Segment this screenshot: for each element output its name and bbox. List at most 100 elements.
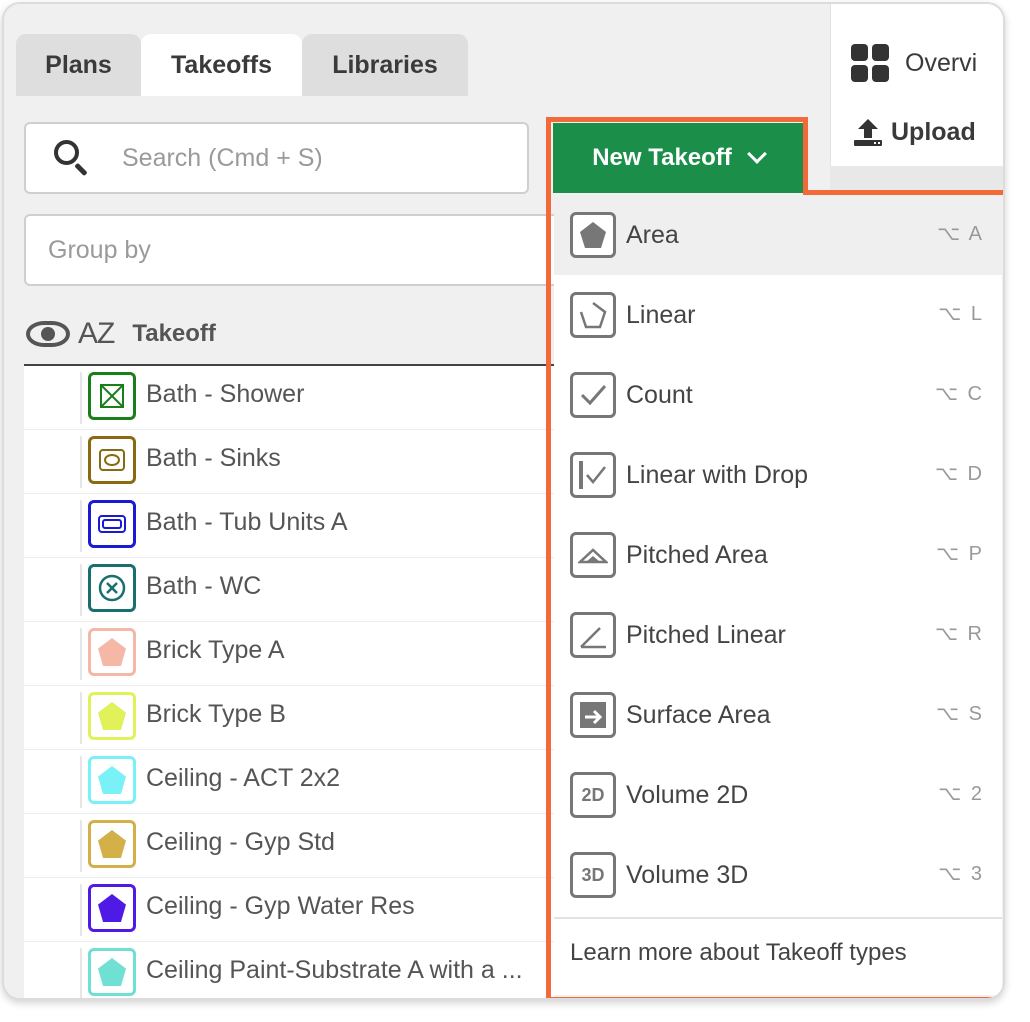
takeoff-row[interactable]: Brick Type A <box>24 622 554 686</box>
upload-button[interactable]: Upload <box>851 116 976 148</box>
pentagon-icon[interactable] <box>88 884 136 932</box>
menu-item-label: Volume 2D <box>626 780 749 809</box>
pentagon-icon[interactable] <box>88 692 136 740</box>
takeoff-row[interactable]: Ceiling Paint-Substrate A with a ... <box>24 942 554 998</box>
menu-item-label: Linear with Drop <box>626 460 809 489</box>
shortcut-hint: ⌥ L <box>938 303 984 325</box>
takeoff-row[interactable]: Bath - Shower <box>24 366 554 430</box>
row-indent-line <box>80 436 82 488</box>
menu-item-label: Count <box>626 380 693 409</box>
search-icon <box>54 140 90 177</box>
menu-item-label: Pitched Area <box>626 540 768 569</box>
takeoff-row[interactable]: Ceiling - Gyp Water Res <box>24 878 554 942</box>
takeoff-label: Ceiling Paint-Substrate A with a ... <box>146 956 523 984</box>
circle-x-icon[interactable] <box>88 564 136 612</box>
takeoff-row[interactable]: Bath - Sinks <box>24 430 554 494</box>
shortcut-hint: ⌥ D <box>934 463 984 485</box>
shortcut-hint: ⌥ R <box>934 623 984 645</box>
row-indent-line <box>80 372 82 424</box>
list-header: AZ Takeoff <box>24 304 554 366</box>
row-indent-line <box>80 628 82 680</box>
row-indent-line <box>80 564 82 616</box>
takeoff-row[interactable]: Ceiling - ACT 2x2 <box>24 750 554 814</box>
tab-takeoffs[interactable]: Takeoffs <box>141 34 302 96</box>
takeoff-label: Ceiling - Gyp Water Res <box>146 892 415 920</box>
upload-label: Upload <box>891 117 976 146</box>
menu-item-linear[interactable]: Linear ⌥ L <box>554 275 1002 355</box>
menu-item-volume-2d[interactable]: 2D Volume 2D ⌥ 2 <box>554 755 1002 835</box>
menu-item-linear-with-drop[interactable]: Linear with Drop ⌥ D <box>554 435 1002 515</box>
row-indent-line <box>80 756 82 808</box>
menu-item-label: Area <box>626 220 679 249</box>
takeoff-label: Bath - Tub Units A <box>146 508 348 536</box>
shortcut-hint: ⌥ 3 <box>938 863 984 885</box>
takeoff-column-header[interactable]: Takeoff <box>132 320 216 348</box>
menu-item-count[interactable]: Count ⌥ C <box>554 355 1002 435</box>
tub-icon[interactable] <box>88 500 136 548</box>
shortcut-hint: ⌥ 2 <box>938 783 984 805</box>
search-placeholder: Search (Cmd + S) <box>122 143 323 172</box>
row-indent-line <box>80 884 82 936</box>
menu-item-pitched-area[interactable]: Pitched Area ⌥ P <box>554 515 1002 595</box>
surface-area-icon <box>570 692 616 738</box>
search-input[interactable]: Search (Cmd + S) <box>24 122 529 194</box>
takeoff-row[interactable]: Bath - WC <box>24 558 554 622</box>
row-indent-line <box>80 820 82 872</box>
takeoff-label: Brick Type A <box>146 636 285 664</box>
takeoff-label: Bath - Shower <box>146 380 305 408</box>
menu-item-surface-area[interactable]: Surface Area ⌥ S <box>554 675 1002 755</box>
shortcut-hint: ⌥ S <box>936 703 984 725</box>
tab-bar: Plans Takeoffs Libraries <box>4 4 830 96</box>
menu-item-pitched-linear[interactable]: Pitched Linear ⌥ R <box>554 595 1002 675</box>
x-box-icon[interactable] <box>88 372 136 420</box>
takeoff-label: Bath - WC <box>146 572 262 600</box>
menu-item-label: Pitched Linear <box>626 620 786 649</box>
menu-item-label: Surface Area <box>626 700 771 729</box>
area-icon <box>570 212 616 258</box>
chevron-down-icon <box>746 144 767 164</box>
tab-libraries[interactable]: Libraries <box>302 34 468 96</box>
new-takeoff-button[interactable]: New Takeoff <box>553 123 803 193</box>
menu-item-label: Volume 3D <box>626 860 749 889</box>
overview-label: Overvi <box>905 48 978 77</box>
new-takeoff-menu: Learn more about Takeoff types Area ⌥ A Li… <box>554 195 1002 995</box>
linear-drop-icon <box>570 452 616 498</box>
sort-az-icon[interactable]: AZ <box>78 317 115 351</box>
count-icon <box>570 372 616 418</box>
tab-plans[interactable]: Plans <box>16 34 141 96</box>
shortcut-hint: ⌥ A <box>937 223 984 245</box>
takeoff-label: Bath - Sinks <box>146 444 281 472</box>
takeoff-row[interactable]: Brick Type B <box>24 686 554 750</box>
menu-item-area[interactable]: Area ⌥ A <box>554 195 1002 275</box>
new-takeoff-label: New Takeoff <box>592 144 732 171</box>
pentagon-icon[interactable] <box>88 820 136 868</box>
shortcut-hint: ⌥ P <box>936 543 984 565</box>
takeoff-row[interactable]: Ceiling - Gyp Std <box>24 814 554 878</box>
row-indent-line <box>80 692 82 744</box>
row-indent-line <box>80 500 82 552</box>
row-indent-line <box>80 948 82 998</box>
overview-button[interactable]: Overvi <box>851 44 977 82</box>
menu-divider <box>554 917 1002 919</box>
group-by-select[interactable]: Group by <box>24 214 584 286</box>
takeoff-label: Brick Type B <box>146 700 286 728</box>
menu-item-label: Linear <box>626 300 696 329</box>
pentagon-icon[interactable] <box>88 756 136 804</box>
linear-icon <box>570 292 616 338</box>
pitched-linear-icon <box>570 612 616 658</box>
volume-2d-icon: 2D <box>570 772 616 818</box>
takeoff-label: Ceiling - Gyp Std <box>146 828 335 856</box>
learn-more-link[interactable]: Learn more about Takeoff types <box>570 939 907 967</box>
pentagon-icon[interactable] <box>88 948 136 996</box>
takeoff-row[interactable]: Bath - Tub Units A <box>24 494 554 558</box>
eye-icon[interactable] <box>26 319 72 349</box>
pentagon-icon[interactable] <box>88 628 136 676</box>
takeoff-list: Bath - Shower Bath - Sinks Bath - Tub Unit… <box>24 366 554 998</box>
menu-item-volume-3d[interactable]: 3D Volume 3D ⌥ 3 <box>554 835 1002 915</box>
grid-icon <box>851 44 889 82</box>
sink-icon[interactable] <box>88 436 136 484</box>
group-by-placeholder: Group by <box>48 235 151 264</box>
side-panel: Overvi Upload <box>830 4 1003 166</box>
upload-icon <box>854 119 882 146</box>
shortcut-hint: ⌥ C <box>934 383 984 405</box>
